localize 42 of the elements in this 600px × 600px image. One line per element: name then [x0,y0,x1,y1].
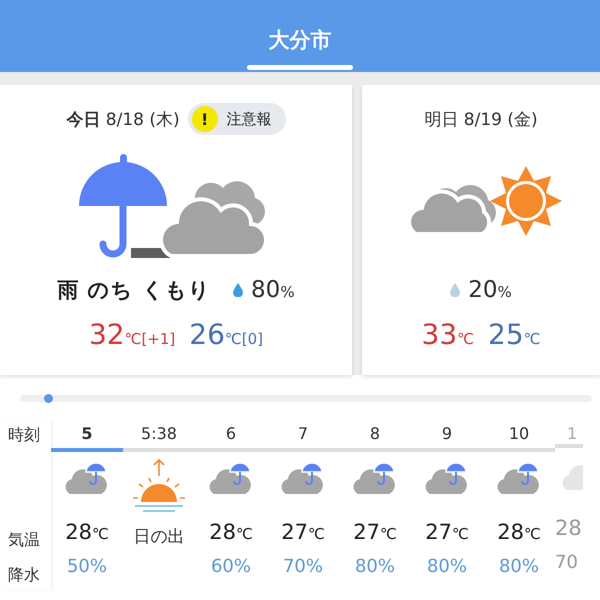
raindrop-icon [450,283,460,297]
row-label: 時刻 [8,424,41,446]
precip-chance: 20% [468,277,512,303]
day-date: 今日 8/18 (木) [66,108,180,130]
day-date: 明日 8/19 (金) [424,108,538,130]
hour-precip: 80% [354,555,395,579]
warning-label: 注意報 [226,110,272,128]
forecast-text: 雨 のち くもり [57,277,212,304]
row-label: 降水 [8,564,41,586]
row-label: 気温 [8,529,41,551]
high-temp: 33℃ [422,318,474,351]
hour-tab[interactable]: 10 [483,420,555,452]
timeline-track[interactable] [20,395,592,402]
low-temp: 25℃ [488,318,540,351]
city-title: 大分市 [268,27,332,54]
hour-temp: 28℃ [209,519,253,546]
hour-tab[interactable]: 5:38 [123,420,195,452]
hour-tab[interactable]: 6 [195,420,267,452]
warning-icon: ! [192,106,218,132]
hour-temp: 28 [555,515,582,542]
hour-tab[interactable]: 7 [267,420,339,452]
hour-precip: 70% [282,555,323,579]
hour-precip: 50% [66,555,107,579]
hour-tab[interactable]: 9 [411,420,483,452]
timeline-handle[interactable] [44,394,53,403]
sunrise-label: 日の出 [134,526,184,549]
low-temp: 26℃[0] [189,318,264,351]
hour-precip: 80% [426,555,467,579]
raindrop-icon [233,283,244,297]
precip-chance: 80% [251,277,295,303]
hour-precip: 80% [498,555,539,579]
hour-temp: 27℃ [353,519,397,546]
hour-temp: 27℃ [425,519,469,546]
hour-precip: 70 [555,551,578,575]
hour-temp: 27℃ [281,519,325,546]
hour-tab[interactable]: 5 [51,420,123,452]
hour-temp: 28℃ [65,519,109,546]
hour-temp: 28℃ [497,519,541,546]
hour-precip: 60% [210,555,251,579]
high-temp: 32℃[+1] [88,318,176,351]
warning-badge[interactable]: ! 注意報 [188,103,286,135]
hour-tab[interactable]: 8 [339,420,411,452]
